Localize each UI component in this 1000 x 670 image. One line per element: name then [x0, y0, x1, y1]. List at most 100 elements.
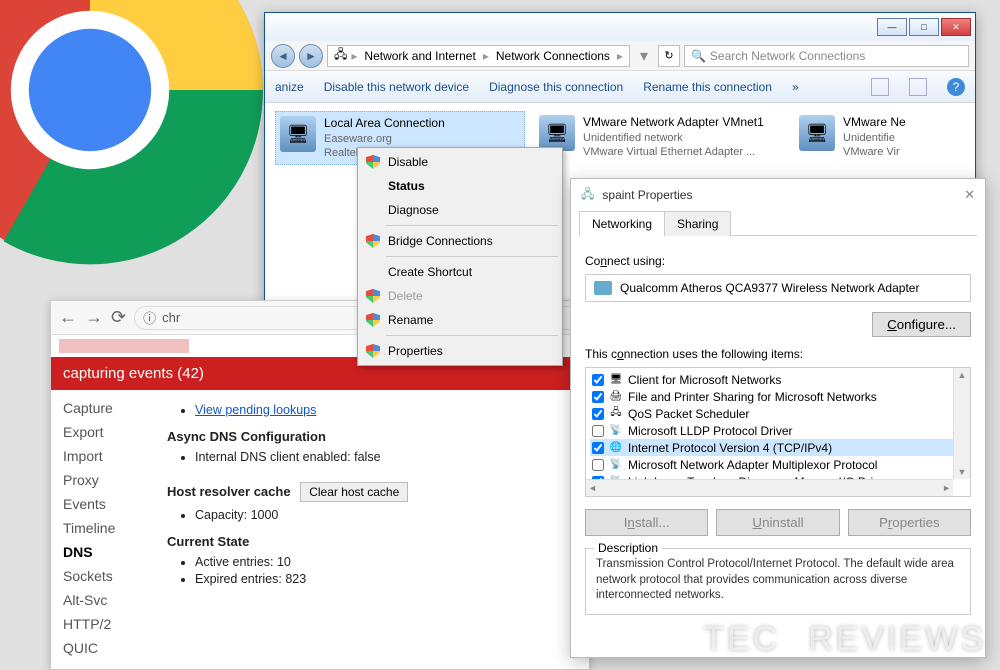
network-component-item[interactable]: 🖧 QoS Packet Scheduler	[590, 405, 966, 422]
ctx-disable[interactable]: Disable	[360, 150, 560, 174]
nav-events[interactable]: Events	[51, 492, 151, 516]
nav-capture[interactable]: Capture	[51, 396, 151, 420]
active-entries: Active entries: 10	[195, 555, 573, 569]
connection-adapter: VMware Vir	[843, 145, 906, 159]
breadcrumb-dropdown[interactable]: ▾	[634, 46, 654, 66]
tab-sharing[interactable]: Sharing	[664, 211, 731, 236]
protocol-icon: 🌐	[609, 441, 623, 455]
properties-dialog: 🖧 spaint Properties ✕ Networking Sharing…	[570, 178, 986, 658]
network-component-item[interactable]: 🖥 Client for Microsoft Networks	[590, 371, 966, 388]
item-checkbox[interactable]	[592, 425, 604, 437]
description-group: Description Transmission Control Protoco…	[585, 548, 971, 615]
items-label: This connection uses the following items…	[585, 347, 971, 361]
protocol-icon: 🖧	[609, 407, 623, 421]
async-dns-item: Internal DNS client enabled: false	[195, 450, 573, 464]
dialog-title: spaint Properties	[602, 188, 692, 202]
nav-http2[interactable]: HTTP/2	[51, 612, 151, 636]
ctx-separator	[386, 225, 558, 226]
window-titlebar: — □ ✕	[265, 13, 975, 41]
back-button[interactable]: ←	[59, 307, 77, 328]
organize-menu[interactable]: anize	[275, 80, 304, 94]
protocol-icon: 📡	[609, 424, 623, 438]
nav-export[interactable]: Export	[51, 420, 151, 444]
network-component-item[interactable]: 🌐Internet Protocol Version 4 (TCP/IPv4)	[590, 439, 966, 456]
network-component-item[interactable]: 📡Microsoft Network Adapter Multiplexor P…	[590, 456, 966, 473]
back-button[interactable]: ◄	[271, 44, 295, 68]
item-label: Client for Microsoft Networks	[628, 373, 781, 387]
scrollbar-vertical[interactable]: ▲▼	[953, 368, 970, 479]
nav-import[interactable]: Import	[51, 444, 151, 468]
ctx-bridge[interactable]: Bridge Connections	[360, 229, 560, 253]
description-text: Transmission Control Protocol/Internet P…	[596, 557, 960, 604]
maximize-button[interactable]: □	[909, 18, 939, 36]
reload-button[interactable]: ⟳	[111, 307, 126, 328]
explorer-toolbar: anize Disable this network device Diagno…	[265, 71, 975, 103]
protocol-icon: 🖨	[609, 390, 623, 404]
forward-button[interactable]: →	[85, 307, 103, 328]
toolbar-more[interactable]: »	[792, 80, 799, 94]
details-pane-icon[interactable]	[909, 78, 927, 96]
adapter-name: Qualcomm Atheros QCA9377 Wireless Networ…	[620, 281, 919, 295]
item-checkbox[interactable]	[592, 442, 604, 454]
ctx-properties[interactable]: Properties	[360, 339, 560, 363]
rename-link[interactable]: Rename this connection	[643, 80, 772, 94]
close-button[interactable]: ✕	[941, 18, 971, 36]
dialog-titlebar: 🖧 spaint Properties ✕	[571, 179, 985, 211]
configure-button[interactable]: Configure...	[872, 312, 971, 337]
context-menu: Disable Status Diagnose Bridge Connectio…	[357, 147, 563, 366]
nav-sockets[interactable]: Sockets	[51, 564, 151, 588]
search-icon: 🔍	[691, 49, 706, 63]
item-checkbox[interactable]	[592, 408, 604, 420]
nav-proxy[interactable]: Proxy	[51, 468, 151, 492]
address-bar: ◄ ► 🖧 ▸ Network and Internet ▸ Network C…	[265, 41, 975, 71]
item-checkbox[interactable]	[592, 391, 604, 403]
ctx-shortcut[interactable]: Create Shortcut	[360, 260, 560, 284]
forward-button[interactable]: ►	[299, 44, 323, 68]
breadcrumb[interactable]: 🖧 ▸ Network and Internet ▸ Network Conne…	[327, 45, 630, 67]
connection-vmnet1[interactable]: 🖥 VMware Network Adapter VMnet1 Unidenti…	[535, 111, 785, 165]
item-checkbox[interactable]	[592, 374, 604, 386]
ctx-separator	[386, 256, 558, 257]
pending-lookups-link[interactable]: View pending lookups	[195, 403, 316, 417]
connection-vmware-truncated[interactable]: 🖥 VMware Ne Unidentifie VMware Vir	[795, 111, 945, 165]
nav-timeline[interactable]: Timeline	[51, 516, 151, 540]
connection-subtitle: Easeware.org	[324, 132, 445, 146]
uninstall-button[interactable]: Uninstall	[716, 509, 839, 536]
ctx-diagnose[interactable]: Diagnose	[360, 198, 560, 222]
dialog-tabs: Networking Sharing	[571, 211, 985, 236]
refresh-button[interactable]: ↻	[658, 45, 680, 67]
network-component-item[interactable]: 🖨 File and Printer Sharing for Microsoft …	[590, 388, 966, 405]
nav-dns[interactable]: DNS	[51, 540, 151, 564]
item-properties-button[interactable]: Properties	[848, 509, 971, 536]
network-items-list: 🖥 Client for Microsoft Networks 🖨 File and …	[585, 367, 971, 497]
diagnose-link[interactable]: Diagnose this connection	[489, 80, 623, 94]
connection-adapter: VMware Virtual Ethernet Adapter ...	[583, 145, 764, 159]
view-icon[interactable]	[871, 78, 889, 96]
adapter-icon	[594, 281, 612, 295]
nav-altsvc[interactable]: Alt-Svc	[51, 588, 151, 612]
ctx-status[interactable]: Status	[360, 174, 560, 198]
item-label: File and Printer Sharing for Microsoft N…	[628, 390, 877, 404]
side-nav: Capture Export Import Proxy Events Timel…	[51, 390, 151, 666]
item-label: QoS Packet Scheduler	[628, 407, 749, 421]
ctx-rename[interactable]: Rename	[360, 308, 560, 332]
item-label: Microsoft Network Adapter Multiplexor Pr…	[628, 458, 877, 472]
help-icon[interactable]: ?	[947, 78, 965, 96]
item-checkbox[interactable]	[592, 459, 604, 471]
disable-device-link[interactable]: Disable this network device	[324, 80, 469, 94]
tab-networking[interactable]: Networking	[579, 211, 665, 236]
breadcrumb-item[interactable]: Network Connections	[493, 49, 613, 63]
network-component-item[interactable]: 📡Microsoft LLDP Protocol Driver	[590, 422, 966, 439]
nav-quic[interactable]: QUIC	[51, 636, 151, 660]
connection-subtitle: Unidentified network	[583, 131, 764, 145]
search-box[interactable]: 🔍 Search Network Connections	[684, 45, 969, 67]
scrollbar-horizontal[interactable]: ◄►	[586, 479, 953, 496]
install-button[interactable]: Install...	[585, 509, 708, 536]
close-icon[interactable]: ✕	[964, 187, 975, 203]
minimize-button[interactable]: —	[877, 18, 907, 36]
info-icon: ⓘ	[143, 308, 156, 327]
protocol-icon: 🖥	[609, 373, 623, 387]
breadcrumb-item[interactable]: Network and Internet	[361, 49, 478, 63]
network-adapter-icon: 🖥	[539, 115, 575, 151]
clear-host-cache-button[interactable]: Clear host cache	[300, 482, 408, 502]
